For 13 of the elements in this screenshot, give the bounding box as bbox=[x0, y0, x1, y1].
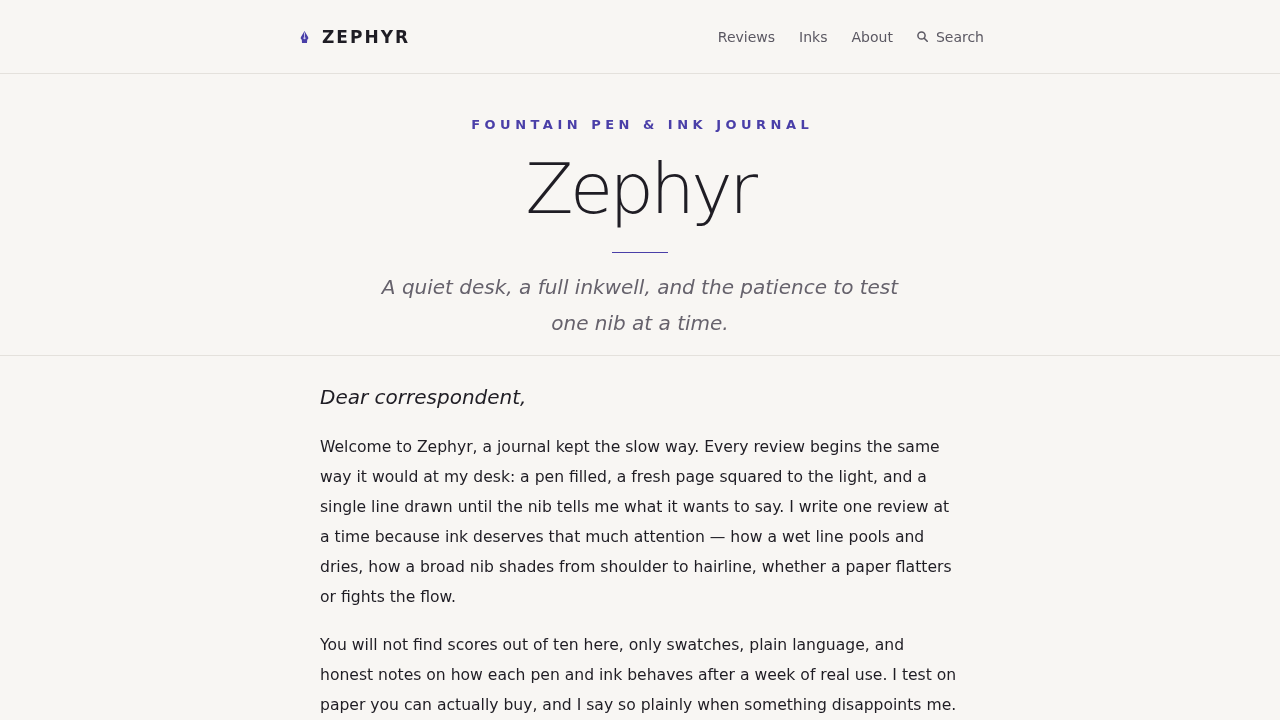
salutation: Dear correspondent, bbox=[320, 384, 528, 411]
search-icon bbox=[916, 31, 928, 42]
tagline: A quiet desk, a full inkwell, and the patience to test one nib at a time. bbox=[380, 274, 900, 337]
nav-link[interactable]: Inks bbox=[799, 28, 828, 45]
nav-link[interactable]: Reviews bbox=[717, 28, 776, 45]
body-paragraph: Welcome to Zephyr, a journal kept the slow way. Every review begins the same way it would at my desk: a pen filled, a fresh page squared to the light, and a single line drawn until the nib tells me what it wants to say. I write one review at a time because ink deserves that much attention — how a wet line pools and dries, how a broad nib shades from shoulder to hairline, whether a paper flatters or fights the flow. bbox=[320, 437, 953, 608]
site-title: Zephyr bbox=[525, 148, 755, 230]
pen-nib-icon bbox=[300, 30, 309, 43]
body-paragraph: You will not find scores out of ten here, only swatches, plain language, and honest notes on how each pen and ink behaves after a week of real use. I test on paper you can actually buy, and I say so plainly when something disappoints me. bbox=[320, 635, 958, 716]
site-logo[interactable]: ZEPHYR bbox=[322, 26, 411, 47]
nav-link[interactable]: About bbox=[851, 28, 893, 45]
search-button[interactable]: Search bbox=[916, 28, 984, 45]
eyebrow-label: FOUNTAIN PEN & INK JOURNAL bbox=[470, 116, 814, 134]
